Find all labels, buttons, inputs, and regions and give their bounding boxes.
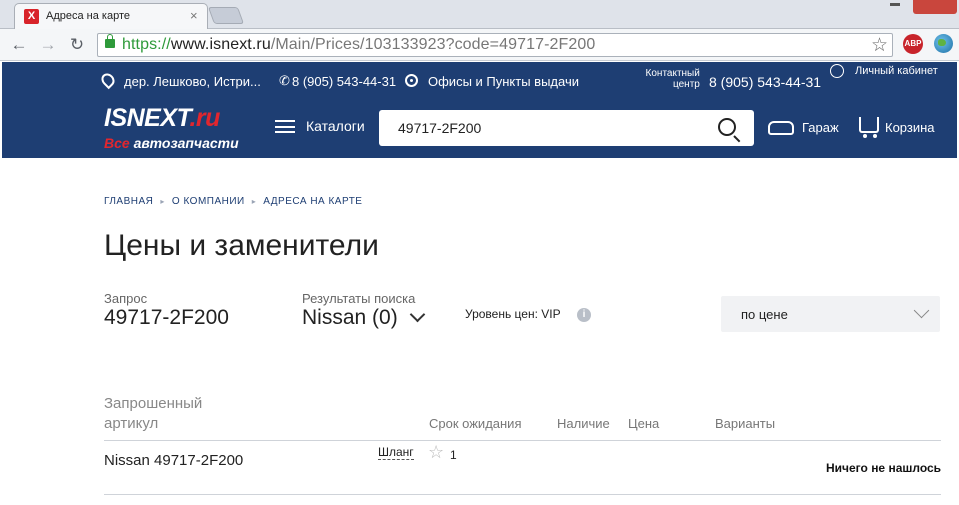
results-dropdown[interactable]: Nissan (0) [302,306,398,330]
car-garage-icon [768,121,794,135]
row-rating-count: 1 [450,448,457,462]
row-no-results: Ничего не нашлось [826,461,942,475]
minimize-window-button[interactable] [884,0,908,12]
site-header: дер. Лешково, Истри... ✆ 8 (905) 543-44-… [2,62,957,158]
table-divider [104,440,941,441]
globe-extension-icon[interactable] [934,34,953,53]
browser-tab-bar: X Адреса на карте × [0,0,959,29]
location-link[interactable]: дер. Лешково, Истри... [124,74,261,89]
url-text: https://www.isnext.ru/Main/Prices/103133… [122,36,596,53]
column-header-variants: Варианты [715,416,776,431]
table-divider [104,494,941,495]
search-input[interactable] [379,110,709,146]
forward-arrow-icon[interactable]: → [37,34,59,56]
user-account-icon [830,64,844,78]
contact-center-label: Контактный центр [645,68,700,90]
column-header-wait: Срок ожидания [429,416,522,431]
query-label: Запрос [104,291,148,306]
menu-burger-icon [275,120,295,133]
search-icon[interactable] [718,118,736,136]
column-header-price: Цена [628,416,660,431]
cart-icon [859,117,879,138]
site-favicon-icon: X [24,9,39,24]
site-logo[interactable]: ISNEXT.ru Все автозапчасти [104,104,264,156]
breadcrumb-home[interactable]: ГЛАВНАЯ [104,196,153,207]
breadcrumb-separator: ▸ [251,197,257,206]
breadcrumb: ГЛАВНАЯ ▸ О КОМПАНИИ ▸ АДРЕСА НА КАРТЕ [104,196,362,207]
chevron-down-icon [913,302,930,319]
bookmark-star-icon[interactable]: ☆ [871,34,888,57]
adblock-extension-icon[interactable]: ABP [903,34,923,54]
breadcrumb-addresses[interactable]: АДРЕСА НА КАРТЕ [263,196,362,207]
address-bar[interactable]: https://www.isnext.ru/Main/Prices/103133… [97,33,893,57]
chevron-down-icon[interactable] [409,306,426,323]
info-icon[interactable]: i [577,308,591,322]
star-icon[interactable]: ☆ [428,442,444,463]
tab-close-icon[interactable]: × [190,8,198,23]
phone-icon: ✆ [279,73,290,88]
cart-link[interactable]: Корзина [885,120,935,135]
row-part-name[interactable]: Шланг [378,445,414,460]
lock-icon [105,34,115,48]
breadcrumb-about[interactable]: О КОМПАНИИ [172,196,245,207]
search-box [379,110,754,146]
breadcrumb-separator: ▸ [160,197,165,206]
location-pin-icon [98,70,118,90]
price-level: Уровень цен: VIP [465,307,561,321]
contact-center-phone[interactable]: 8 (905) 543-44-31 [709,74,821,90]
tab-title: Адреса на карте [46,10,130,22]
browser-toolbar: ← → ↻ https://www.isnext.ru/Main/Prices/… [0,29,959,61]
header-phone[interactable]: 8 (905) 543-44-31 [292,74,396,89]
results-label: Результаты поиска [302,291,416,306]
browser-tab[interactable]: X Адреса на карте × [14,3,208,29]
column-header-requested: Запрошенный артикул [104,395,203,432]
garage-link[interactable]: Гараж [802,120,839,135]
column-header-availability: Наличие [557,416,610,431]
page-title: Цены и заменители [104,229,379,262]
new-tab-button[interactable] [207,7,245,24]
sort-select[interactable]: по цене [721,296,940,332]
close-window-button[interactable] [913,0,957,14]
sort-selected-value: по цене [741,307,788,322]
row-part-number: Nissan 49717-2F200 [104,452,244,469]
query-value: 49717-2F200 [104,306,229,329]
back-arrow-icon[interactable]: ← [8,34,30,56]
account-link[interactable]: Личный кабинет [855,65,938,77]
reload-icon[interactable]: ↻ [66,34,88,56]
offices-icon [405,74,418,87]
offices-link[interactable]: Офисы и Пункты выдачи [428,74,579,89]
